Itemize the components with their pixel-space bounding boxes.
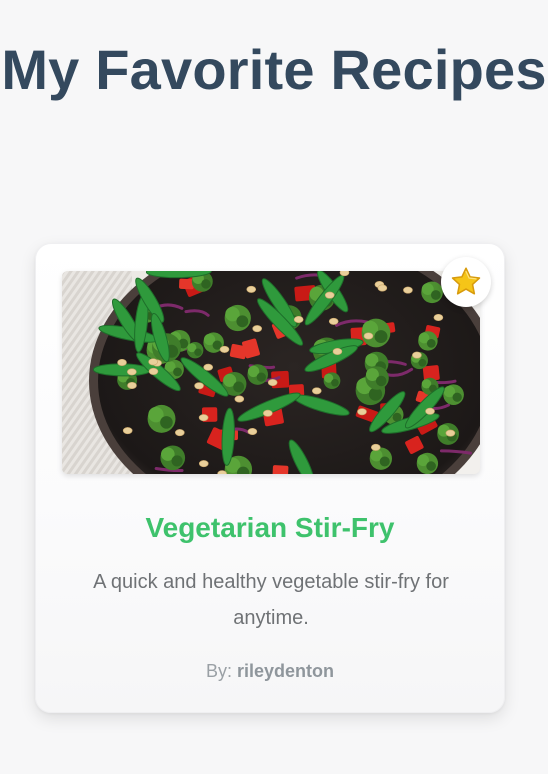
favorite-button[interactable] [441,257,491,307]
recipe-card[interactable]: Vegetarian Stir-Fry A quick and healthy … [35,243,505,713]
recipe-description: A quick and healthy vegetable stir-fry f… [93,571,449,629]
recipe-author: By: rileydenton [36,659,504,683]
author-prefix: By: [205,661,232,681]
recipe-title[interactable]: Vegetarian Stir-Fry [36,508,504,548]
star-icon [451,267,481,295]
stir-fry-photo [62,271,480,474]
author-name[interactable]: rileydenton [237,661,334,681]
page-title: My Favorite Recipes [1,38,547,101]
recipe-image[interactable] [62,271,480,474]
recipes-page: My Favorite Recipes Vegetarian Stir-Fry … [0,0,548,774]
